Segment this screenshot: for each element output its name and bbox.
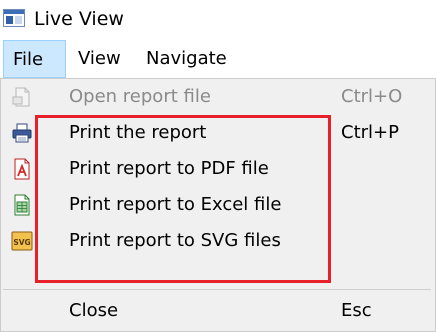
menu-item-label: Print the report xyxy=(69,122,207,143)
menu-item-print-svg[interactable]: SVG Print report to SVG files xyxy=(1,223,431,259)
menu-item-shortcut: Ctrl+O xyxy=(341,86,403,107)
title-bar: Live View xyxy=(0,0,436,38)
menu-item-label: Close xyxy=(69,300,119,321)
window-icon xyxy=(3,9,25,27)
pdf-icon xyxy=(14,158,30,180)
svg-icon: SVG xyxy=(11,231,33,251)
menu-item-shortcut: Esc xyxy=(341,300,372,321)
menu-item-label: Print report to SVG files xyxy=(69,230,281,251)
excel-icon xyxy=(14,194,30,216)
menu-file[interactable]: File xyxy=(3,40,66,78)
menu-navigate[interactable]: Navigate xyxy=(146,40,227,78)
file-menu-dropdown: Open report file Ctrl+O Print the report… xyxy=(0,78,436,332)
menu-item-print-report[interactable]: Print the report Ctrl+P xyxy=(1,115,431,151)
menu-item-close[interactable]: Close Esc xyxy=(1,293,431,329)
menu-item-label: Print report to PDF file xyxy=(69,158,269,179)
menu-item-open-report-file[interactable]: Open report file Ctrl+O xyxy=(1,79,431,115)
window-title: Live View xyxy=(34,8,124,30)
menu-item-print-excel[interactable]: Print report to Excel file xyxy=(1,187,431,223)
svg-icon-text: SVG xyxy=(13,238,30,247)
menu-item-print-pdf[interactable]: Print report to PDF file xyxy=(1,151,431,187)
live-view-window: Live View File View Navigate Open report… xyxy=(0,0,436,332)
menu-item-label: Print report to Excel file xyxy=(69,194,282,215)
open-file-icon xyxy=(12,87,30,107)
menu-separator xyxy=(3,289,431,290)
menu-bar: File View Navigate xyxy=(0,40,436,78)
printer-icon xyxy=(12,123,32,143)
menu-view[interactable]: View xyxy=(78,40,121,78)
menu-item-shortcut: Ctrl+P xyxy=(341,122,399,143)
menu-item-label: Open report file xyxy=(69,86,211,107)
